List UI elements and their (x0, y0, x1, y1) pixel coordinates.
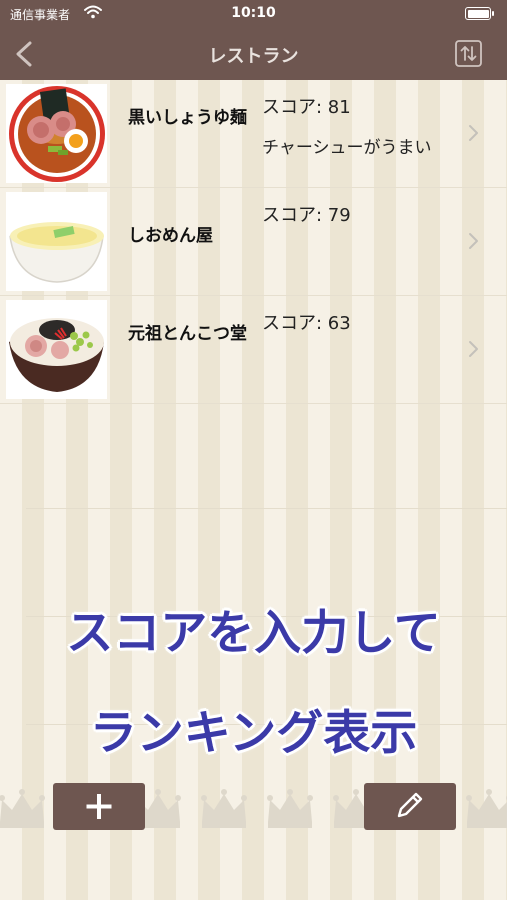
status-bar: 通信事業者 10:10 (0, 0, 507, 30)
restaurant-row[interactable]: しおめん屋 スコア: 79 (0, 188, 507, 296)
restaurant-row[interactable]: 黒いしょうゆ麺 スコア: 81 チャーシューがうまい (0, 80, 507, 188)
chevron-right-icon (469, 233, 478, 249)
chevron-right-icon (469, 125, 478, 141)
restaurant-name: 元祖とんこつ堂 (128, 324, 247, 344)
restaurant-row[interactable]: 元祖とんこつ堂 スコア: 63 (0, 296, 507, 404)
promo-text-line1: スコアを入力して (66, 606, 441, 661)
restaurant-score: スコア: 79 (262, 205, 351, 226)
top-bar: 通信事業者 10:10 レストラン (0, 0, 507, 80)
restaurant-score: スコア: 81 (262, 97, 351, 118)
add-button[interactable] (53, 783, 145, 830)
empty-row-separator (26, 508, 507, 509)
pencil-icon (397, 792, 423, 818)
promo-text-line2: ランキング表示 (89, 706, 418, 761)
shoyu-ramen-image (6, 84, 107, 183)
restaurant-name: 黒いしょうゆ麺 (128, 108, 247, 128)
page-title: レストラン (208, 46, 299, 67)
tonkotsu-ramen-image (6, 300, 107, 399)
status-time: 10:10 (231, 5, 276, 21)
shio-ramen-image (6, 192, 107, 291)
restaurant-list: 黒いしょうゆ麺 スコア: 81 チャーシューがうまい しおめん屋 スコア: 79 (0, 80, 507, 404)
navigation-bar: レストラン (0, 30, 507, 80)
battery-icon (465, 7, 494, 20)
edit-button[interactable] (364, 783, 456, 830)
restaurant-comment: チャーシューがうまい (262, 138, 432, 158)
plus-icon (86, 794, 112, 819)
sort-icon (455, 40, 482, 67)
sort-button[interactable] (455, 40, 482, 67)
restaurant-score: スコア: 63 (262, 313, 351, 334)
chevron-right-icon (469, 341, 478, 357)
restaurant-name: しおめん屋 (128, 226, 213, 246)
